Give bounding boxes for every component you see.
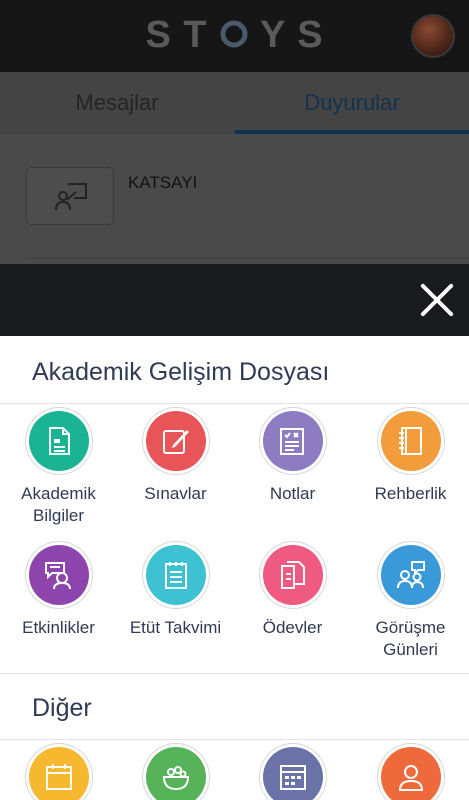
grades-icon: [262, 411, 323, 471]
menu-item-label: Etüt Takvimi: [129, 618, 222, 637]
menu-item-label: Akademik Bilgiler: [21, 484, 96, 525]
tab-bar: Mesajlar Duyurular: [0, 72, 469, 134]
menu-item-etut-takvimi[interactable]: Etüt Takvimi: [117, 545, 234, 639]
menu-item-label: Notlar: [269, 484, 316, 503]
section-title-diger: Diğer: [32, 694, 92, 722]
menu-item-label: Etkinlikler: [22, 618, 95, 637]
edit-icon: [145, 411, 206, 471]
meeting-icon: [380, 545, 441, 605]
user-icon: [380, 747, 441, 800]
section-divider: [0, 403, 469, 404]
copy-icon: [262, 545, 323, 605]
announcement-icon-box[interactable]: [26, 167, 114, 225]
menu-item-label: Sınavlar: [144, 484, 207, 503]
menu-item-calendar[interactable]: [0, 747, 117, 800]
checklist-icon: [145, 545, 206, 605]
section-divider: [0, 739, 469, 740]
section-divider: [0, 673, 469, 674]
tab-mesajlar[interactable]: Mesajlar: [0, 72, 234, 134]
menu-item-gorusme-gunleri[interactable]: Görüşme Günleri: [352, 545, 469, 661]
document-icon: [28, 411, 89, 471]
food-icon: [145, 747, 206, 800]
chat-user-icon: [28, 545, 89, 605]
menu-panel: Akademik Gelişim Dosyası Akademik Bilgil…: [0, 336, 469, 800]
presenter-icon: [55, 183, 87, 211]
menu-item-profile[interactable]: [352, 747, 469, 800]
close-icon[interactable]: [417, 280, 457, 320]
menu-item-food[interactable]: [117, 747, 234, 800]
menu-item-sinavlar[interactable]: Sınavlar: [117, 411, 234, 505]
calendar-icon: [28, 747, 89, 800]
notebook-icon: [380, 411, 441, 471]
top-bar: S T Y S: [0, 0, 469, 72]
menu-item-label: Ödevler: [262, 618, 323, 637]
menu-header-bar: [0, 264, 469, 336]
menu-item-rehberlik[interactable]: Rehberlik: [352, 411, 469, 505]
menu-item-schedule[interactable]: [234, 747, 351, 800]
menu-item-akademik-bilgiler[interactable]: Akademik Bilgiler: [0, 411, 117, 527]
menu-item-etkinlikler[interactable]: Etkinlikler: [0, 545, 117, 639]
app-logo: S T Y S: [145, 14, 324, 56]
section-title-akademik: Akademik Gelişim Dosyası: [32, 358, 330, 386]
menu-item-label: Görüşme Günleri: [375, 618, 446, 659]
menu-item-odevler[interactable]: Ödevler: [234, 545, 351, 639]
divider: [26, 258, 469, 259]
logo-refresh-icon: [219, 16, 249, 48]
schedule-icon: [262, 747, 323, 800]
menu-item-label: Rehberlik: [374, 484, 447, 503]
avatar[interactable]: [411, 14, 455, 58]
tab-duyurular[interactable]: Duyurular: [235, 72, 469, 134]
menu-item-notlar[interactable]: Notlar: [234, 411, 351, 505]
announcement-title[interactable]: KATSAYI: [128, 173, 197, 193]
